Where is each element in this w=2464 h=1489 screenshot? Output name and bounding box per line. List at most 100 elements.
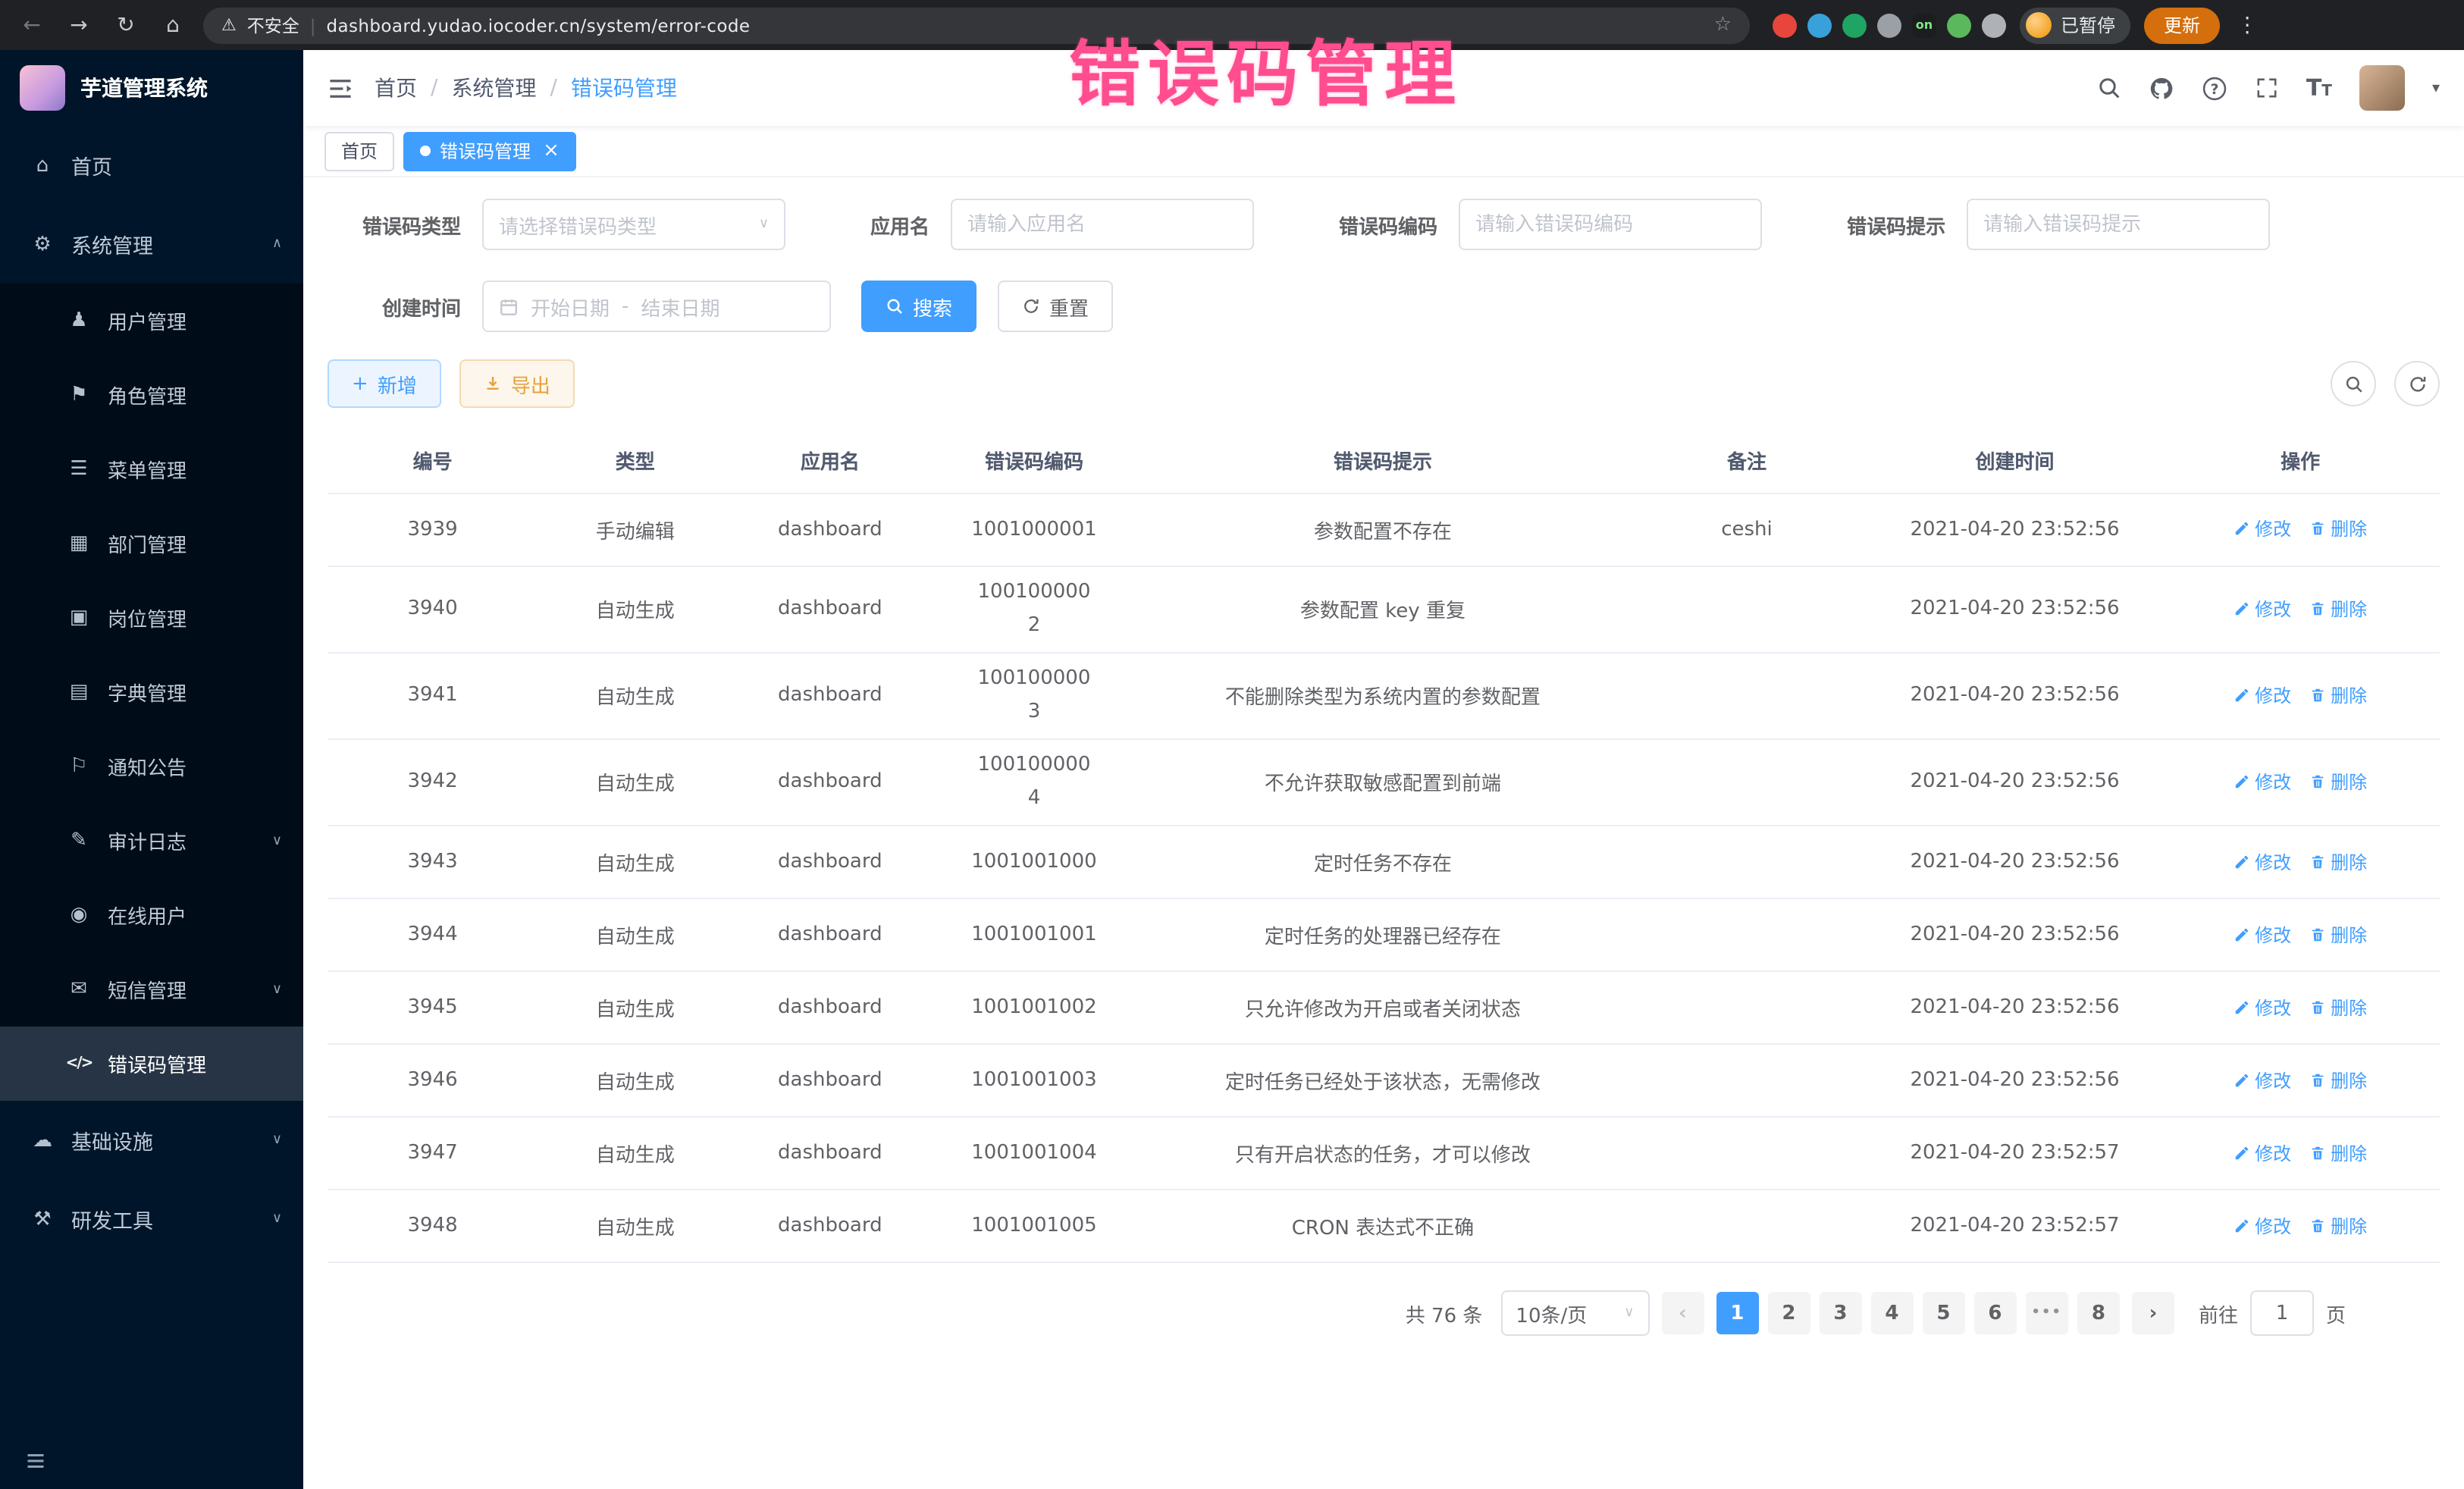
sidebar-item-system[interactable]: ⚙系统管理∧: [0, 205, 303, 284]
page-button-5[interactable]: 5: [1922, 1292, 1964, 1334]
breadcrumb-system[interactable]: 系统管理: [451, 73, 536, 103]
browser-update-button[interactable]: 更新: [2144, 7, 2220, 43]
sidebar-item-dicts[interactable]: ▤字典管理: [0, 655, 303, 729]
add-button[interactable]: + 新增: [328, 359, 441, 408]
reload-icon[interactable]: ↻: [109, 13, 143, 37]
app-name-input[interactable]: [951, 199, 1254, 250]
end-date-placeholder: 结束日期: [641, 292, 719, 321]
tag-error-code[interactable]: 错误码管理×: [403, 131, 576, 171]
forward-icon[interactable]: →: [62, 13, 96, 37]
delete-link[interactable]: 删除: [2309, 921, 2367, 947]
page-button-2[interactable]: 2: [1767, 1292, 1810, 1334]
sidebar-item-error-codes[interactable]: </>错误码管理: [0, 1027, 303, 1101]
delete-icon: [2309, 998, 2326, 1015]
delete-link[interactable]: 删除: [2309, 1139, 2367, 1165]
chevron-down-icon: ∨: [272, 1212, 282, 1227]
sidebar-item-home[interactable]: ⌂首页: [0, 126, 303, 205]
profile-paused-chip[interactable]: 已暂停: [2020, 7, 2130, 43]
export-button[interactable]: 导出: [459, 359, 575, 408]
sidebar-item-menus[interactable]: ☰菜单管理: [0, 432, 303, 506]
chevron-down-icon[interactable]: ▾: [2432, 80, 2440, 96]
extension-blue-drop[interactable]: [1807, 13, 1832, 37]
bookmark-star-icon[interactable]: ☆: [1714, 14, 1732, 36]
page-button-3[interactable]: 3: [1819, 1292, 1861, 1334]
cell-time: 2021-04-20 23:52:56: [1869, 493, 2161, 566]
sidebar-item-label: 字典管理: [108, 678, 187, 707]
sidebar-item-audit-logs[interactable]: ✎审计日志∨: [0, 804, 303, 878]
delete-link[interactable]: 删除: [2309, 1212, 2367, 1238]
edit-link[interactable]: 修改: [2234, 848, 2291, 874]
edit-link[interactable]: 修改: [2234, 595, 2291, 621]
goto-page-input[interactable]: [2250, 1290, 2314, 1336]
extension-green-check[interactable]: [1842, 13, 1867, 37]
app-logo: 芋道管理系统: [0, 50, 303, 126]
edit-link[interactable]: 修改: [2234, 769, 2291, 795]
help-icon[interactable]: ?: [2202, 75, 2227, 101]
svg-text:?: ?: [2210, 81, 2218, 97]
error-code-input[interactable]: [1459, 199, 1762, 250]
fullscreen-icon[interactable]: [2255, 76, 2279, 100]
sidebar-item-posts[interactable]: ▣岗位管理: [0, 581, 303, 655]
back-icon[interactable]: ←: [15, 13, 49, 37]
edit-link[interactable]: 修改: [2234, 1139, 2291, 1165]
tag-home[interactable]: 首页: [324, 131, 394, 171]
delete-link[interactable]: 删除: [2309, 595, 2367, 621]
page-button-6[interactable]: 6: [1973, 1292, 2016, 1334]
chrome-menu-icon[interactable]: ⋮: [2234, 13, 2261, 37]
font-size-icon[interactable]: TT: [2306, 77, 2332, 99]
cell-type: 自动生成: [538, 566, 732, 652]
next-page-button[interactable]: ›: [2132, 1292, 2174, 1334]
menu-fold-icon[interactable]: [328, 75, 353, 101]
edit-link[interactable]: 修改: [2234, 994, 2291, 1020]
address-bar[interactable]: ⚠ 不安全 | dashboard.yudao.iocoder.cn/syste…: [203, 7, 1750, 43]
page-button-8[interactable]: 8: [2077, 1292, 2120, 1334]
error-hint-input[interactable]: [1967, 199, 2270, 250]
tag-label: 首页: [341, 138, 378, 164]
extension-leaf[interactable]: [1947, 13, 1971, 37]
home-icon: ⌂: [27, 154, 58, 177]
extension-on-badge[interactable]: on: [1912, 13, 1936, 37]
sidebar-item-sms[interactable]: ✉短信管理∨: [0, 952, 303, 1027]
page-button-4[interactable]: 4: [1870, 1292, 1913, 1334]
pagination-ellipsis[interactable]: •••: [2025, 1292, 2068, 1334]
sidebar-item-infra[interactable]: ☁基础设施∨: [0, 1101, 303, 1180]
page-size-select[interactable]: 10条/页 ∨: [1500, 1290, 1649, 1336]
delete-link[interactable]: 删除: [2309, 994, 2367, 1020]
delete-link[interactable]: 删除: [2309, 516, 2367, 541]
sidebar-item-roles[interactable]: ⚑角色管理: [0, 358, 303, 432]
error-type-select[interactable]: 请选择错误码类型 ∨: [482, 199, 785, 250]
extension-puzzle[interactable]: [1877, 13, 1901, 37]
cell-app: dashboard: [732, 739, 927, 826]
delete-link[interactable]: 删除: [2309, 682, 2367, 708]
search-button[interactable]: 搜索: [861, 281, 977, 332]
delete-link[interactable]: 删除: [2309, 1067, 2367, 1092]
prev-page-button[interactable]: ‹: [1661, 1292, 1704, 1334]
toggle-search-button[interactable]: [2331, 361, 2376, 406]
sidebar-item-depts[interactable]: ▦部门管理: [0, 506, 303, 581]
close-icon[interactable]: ×: [543, 141, 560, 161]
refresh-table-button[interactable]: [2394, 361, 2440, 406]
extension-red-dot[interactable]: [1773, 13, 1797, 37]
sidebar-item-notices[interactable]: ⚐通知公告: [0, 729, 303, 804]
edit-link[interactable]: 修改: [2234, 682, 2291, 708]
sidebar-item-users[interactable]: ♟用户管理: [0, 284, 303, 358]
delete-link[interactable]: 删除: [2309, 769, 2367, 795]
search-icon: [2343, 374, 2363, 393]
search-icon[interactable]: [2097, 76, 2121, 100]
sidebar-collapse-button[interactable]: [0, 1431, 303, 1489]
edit-link[interactable]: 修改: [2234, 516, 2291, 541]
extension-pin[interactable]: [1982, 13, 2006, 37]
reset-button[interactable]: 重置: [998, 281, 1113, 332]
edit-link[interactable]: 修改: [2234, 921, 2291, 947]
page-button-1[interactable]: 1: [1716, 1292, 1758, 1334]
github-icon[interactable]: [2149, 75, 2174, 101]
sidebar-item-online-users[interactable]: ◉在线用户: [0, 878, 303, 952]
breadcrumb-home[interactable]: 首页: [375, 73, 417, 103]
create-time-range-picker[interactable]: 开始日期 - 结束日期: [482, 281, 831, 332]
edit-link[interactable]: 修改: [2234, 1067, 2291, 1092]
edit-link[interactable]: 修改: [2234, 1212, 2291, 1238]
user-avatar[interactable]: [2359, 65, 2405, 111]
sidebar-item-dev-tools[interactable]: ⚒研发工具∨: [0, 1180, 303, 1259]
delete-link[interactable]: 删除: [2309, 848, 2367, 874]
home-icon[interactable]: ⌂: [156, 13, 190, 37]
